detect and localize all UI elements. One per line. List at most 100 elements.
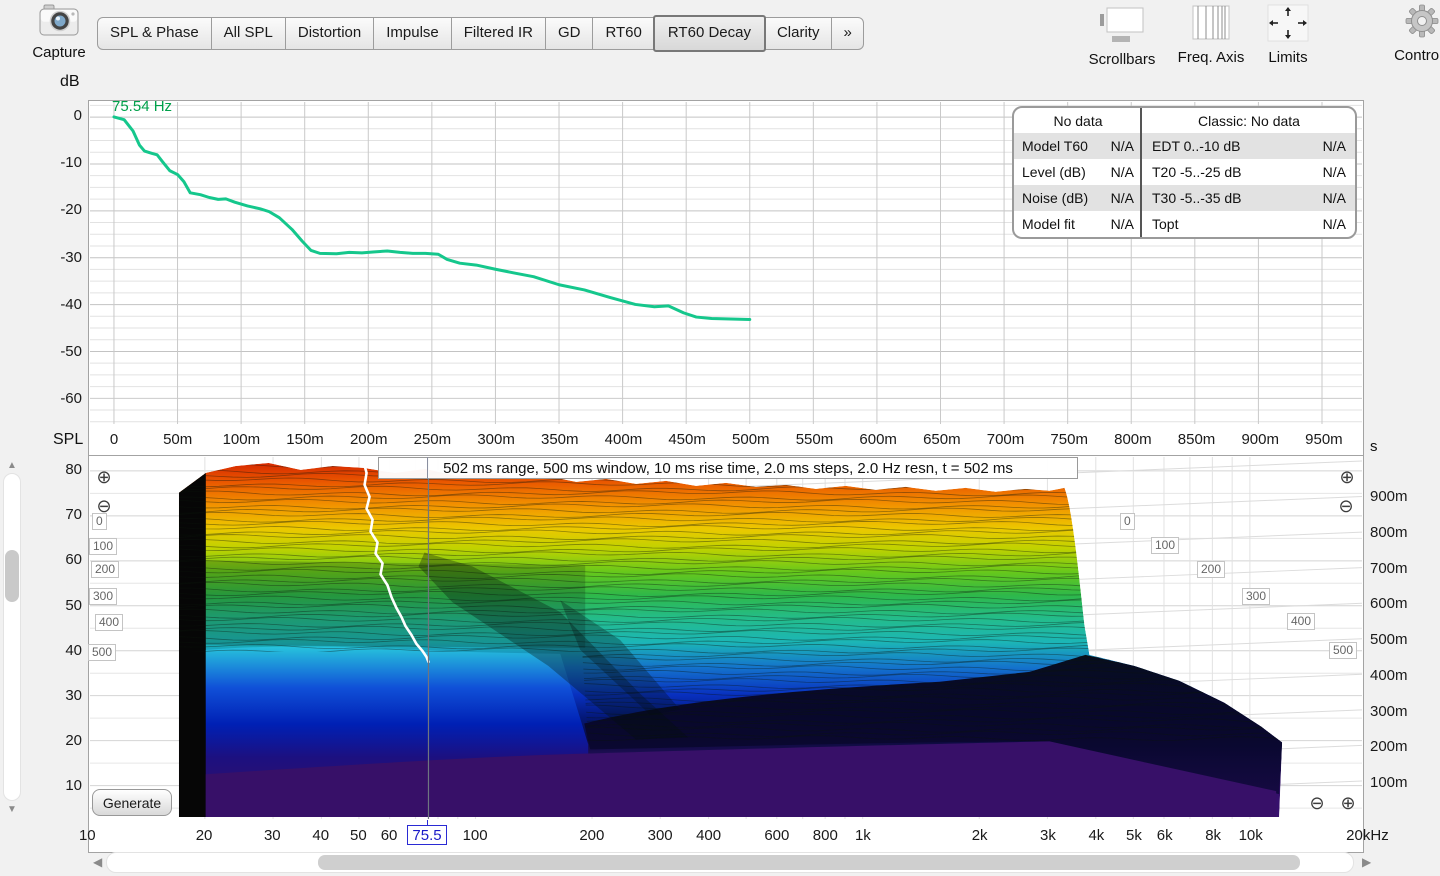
tool-controls[interactable]: Controls [1392, 2, 1440, 64]
decay-ytick: -40 [36, 296, 82, 313]
tab-spl-phase[interactable]: SPL & Phase [97, 17, 212, 50]
zoom-out-bottom-button[interactable]: ⊖ [1307, 793, 1327, 813]
waterfall-cursor-tick [427, 820, 428, 826]
decay-ytick: -10 [36, 154, 82, 171]
decay-ytick: -20 [36, 201, 82, 218]
limits-icon [1264, 4, 1312, 42]
waterfall-freq-tick: 20 [172, 827, 236, 844]
stats-left-cell: Noise (dB)N/A [1014, 185, 1142, 211]
vertical-scrollbar-track[interactable] [3, 473, 21, 801]
wf-time-label-left: 300 [89, 588, 117, 605]
wf-time-label-left: 500 [88, 644, 116, 661]
wf-time-label-right: 200 [1197, 561, 1225, 578]
tab-clarity[interactable]: Clarity [764, 17, 833, 50]
tab-rt60[interactable]: RT60 [592, 17, 654, 50]
tab-filtered-ir[interactable]: Filtered IR [451, 17, 546, 50]
stats-row: Model fitN/AToptN/A [1014, 211, 1355, 237]
stats-metric-value: N/A [1323, 138, 1346, 154]
stats-row: Level (dB)N/AT20 -5..-25 dBN/A [1014, 159, 1355, 185]
rew-window: { "toolbar": { "capture": { "label": "Ca… [0, 0, 1440, 876]
decay-cursor-readout: 75.54 Hz [112, 98, 172, 115]
stats-left-header: No data [1022, 113, 1134, 129]
waterfall-time-tick: 200m [1370, 738, 1422, 755]
stats-row: Model T60N/AEDT 0..-10 dBN/A [1014, 133, 1355, 159]
tool-freq-axis[interactable]: Freq. Axis [1173, 4, 1249, 66]
tool-limits[interactable]: Limits [1260, 4, 1316, 66]
vertical-scrollbar-thumb[interactable] [5, 550, 19, 602]
waterfall-spl-tick: 60 [36, 551, 82, 568]
stats-right-header-cell: Classic: No data [1142, 108, 1355, 133]
stats-metric-label: Topt [1152, 216, 1323, 232]
stats-metric-label: EDT 0..-10 dB [1152, 138, 1323, 154]
waterfall-spl-tick: 30 [36, 687, 82, 704]
generate-button[interactable]: Generate [92, 789, 172, 816]
stats-right-cell: ToptN/A [1142, 211, 1355, 237]
zoom-in-right-button[interactable]: ⊕ [1337, 467, 1357, 487]
wf-time-label-right: 500 [1329, 642, 1357, 659]
decay-xtick: 950m [1294, 431, 1354, 448]
zoom-in-left-button[interactable]: ⊕ [94, 467, 114, 487]
waterfall-time-tick: 400m [1370, 667, 1422, 684]
waterfall-spl-tick: 10 [36, 777, 82, 794]
decay-xtick: 200m [339, 431, 399, 448]
stats-metric-value: N/A [1323, 164, 1346, 180]
decay-xtick: 350m [530, 431, 590, 448]
decay-xtick: 500m [721, 431, 781, 448]
decay-ytick: -60 [36, 390, 82, 407]
controls-icon [1398, 2, 1440, 40]
waterfall-freq-tick: 100 [443, 827, 507, 844]
wf-time-label-left: 200 [91, 561, 119, 578]
vscroll-down-arrow[interactable]: ▼ [7, 805, 17, 815]
vscroll-up-arrow[interactable]: ▲ [7, 461, 17, 471]
decay-xtick: 550m [784, 431, 844, 448]
wf-time-label-right: 0 [1120, 513, 1135, 530]
camera-icon [36, 3, 82, 39]
decay-xtick: 750m [1039, 431, 1099, 448]
tab-all-spl[interactable]: All SPL [211, 17, 286, 50]
waterfall-spl-tick: 80 [36, 461, 82, 478]
stats-metric-label: T30 -5..-35 dB [1152, 190, 1323, 206]
zoom-out-right-button[interactable]: ⊖ [1336, 496, 1356, 516]
decay-xtick: 450m [657, 431, 717, 448]
tab-distortion[interactable]: Distortion [285, 17, 374, 50]
waterfall-cursor-freq-readout[interactable]: 75.5 [407, 825, 447, 845]
tab-impulse[interactable]: Impulse [373, 17, 452, 50]
capture-label: Capture [28, 44, 90, 61]
waterfall-chart-svg [89, 456, 1363, 820]
decay-xtick: 150m [275, 431, 335, 448]
hscroll-right-arrow[interactable]: ▶ [1362, 857, 1371, 867]
stats-right-cell: T20 -5..-25 dBN/A [1142, 159, 1355, 185]
scrollbars-icon [1098, 6, 1146, 44]
stats-metric-label: T20 -5..-25 dB [1152, 164, 1323, 180]
zoom-out-left-button[interactable]: ⊖ [94, 496, 114, 516]
hscroll-left-arrow[interactable]: ◀ [93, 857, 102, 867]
horizontal-scrollbar-thumb[interactable] [318, 855, 1300, 870]
tab-rt60-decay[interactable]: RT60 Decay [653, 15, 766, 52]
decay-xtick: 100m [211, 431, 271, 448]
waterfall-time-tick: 500m [1370, 631, 1422, 648]
stats-right-header: Classic: No data [1152, 113, 1346, 129]
stats-metric-value: N/A [1111, 138, 1134, 154]
wf-time-label-right: 400 [1287, 613, 1315, 630]
decay-xtick: 850m [1167, 431, 1227, 448]
stats-metric-label: Model fit [1022, 216, 1111, 232]
tool-scrollbars[interactable]: Scrollbars [1084, 6, 1160, 68]
stats-left-cell: Model fitN/A [1014, 211, 1142, 237]
decay-ytick: 0 [36, 107, 82, 124]
tab-gd[interactable]: GD [545, 17, 594, 50]
waterfall-plot-area[interactable] [88, 455, 1364, 821]
stats-left-header-cell: No data [1014, 108, 1142, 133]
zoom-in-bottom-button[interactable]: ⊕ [1338, 793, 1358, 813]
waterfall-freq-tick: 400 [677, 827, 741, 844]
waterfall-y-axis-title: SPL [53, 431, 83, 449]
waterfall-settings-title: 502 ms range, 500 ms window, 10 ms rise … [378, 457, 1078, 479]
stats-header-row: No data Classic: No data [1014, 108, 1355, 133]
tab-overflow-button[interactable]: » [831, 17, 863, 50]
stats-metric-value: N/A [1111, 216, 1134, 232]
stats-metric-value: N/A [1323, 216, 1346, 232]
waterfall-time-tick: 300m [1370, 703, 1422, 720]
decay-xtick: 600m [848, 431, 908, 448]
tool-limits-label: Limits [1260, 49, 1316, 66]
decay-xtick: 50m [148, 431, 208, 448]
capture-button[interactable]: Capture [28, 3, 90, 61]
